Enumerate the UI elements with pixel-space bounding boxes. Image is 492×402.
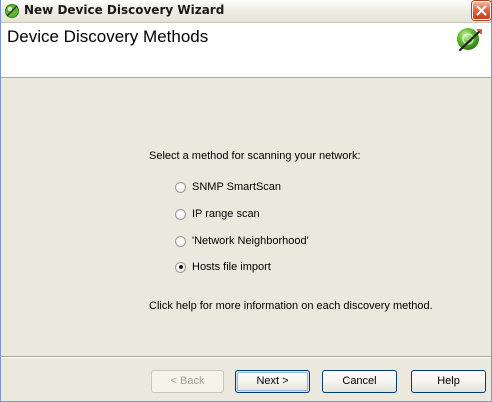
cancel-button[interactable]: Cancel [322, 370, 397, 393]
close-icon [476, 5, 487, 16]
close-button[interactable] [472, 1, 491, 20]
help-hint-text: Click help for more information on each … [149, 300, 433, 312]
green-globe-icon [455, 26, 483, 54]
window-title: New Device Discovery Wizard [24, 3, 225, 17]
option-ip-range-scan[interactable]: IP range scan [175, 207, 260, 221]
option-label: 'Network Neighborhood' [192, 235, 309, 247]
page-title: Device Discovery Methods [7, 27, 209, 46]
app-icon [4, 3, 20, 19]
option-label: SNMP SmartScan [192, 181, 282, 193]
option-snmp-smartscan[interactable]: SNMP SmartScan [175, 180, 281, 194]
option-label: Hosts file import [192, 261, 271, 273]
method-prompt: Select a method for scanning your networ… [149, 150, 361, 162]
radio-button-selected[interactable] [175, 261, 186, 273]
title-bar[interactable]: New Device Discovery Wizard [1, 0, 491, 23]
radio-button[interactable] [175, 208, 186, 220]
option-label: IP range scan [192, 208, 260, 220]
help-button[interactable]: Help [411, 370, 486, 393]
option-network-neighborhood[interactable]: 'Network Neighborhood' [175, 234, 309, 248]
radio-button[interactable] [175, 181, 186, 193]
option-hosts-file-import[interactable]: Hosts file import [175, 260, 271, 274]
footer-divider-highlight [1, 357, 491, 358]
wizard-window: New Device Discovery Wizard Device Disco… [0, 0, 492, 402]
back-button[interactable]: < Back [151, 370, 224, 393]
next-button[interactable]: Next > [235, 370, 310, 393]
radio-button[interactable] [175, 235, 186, 247]
